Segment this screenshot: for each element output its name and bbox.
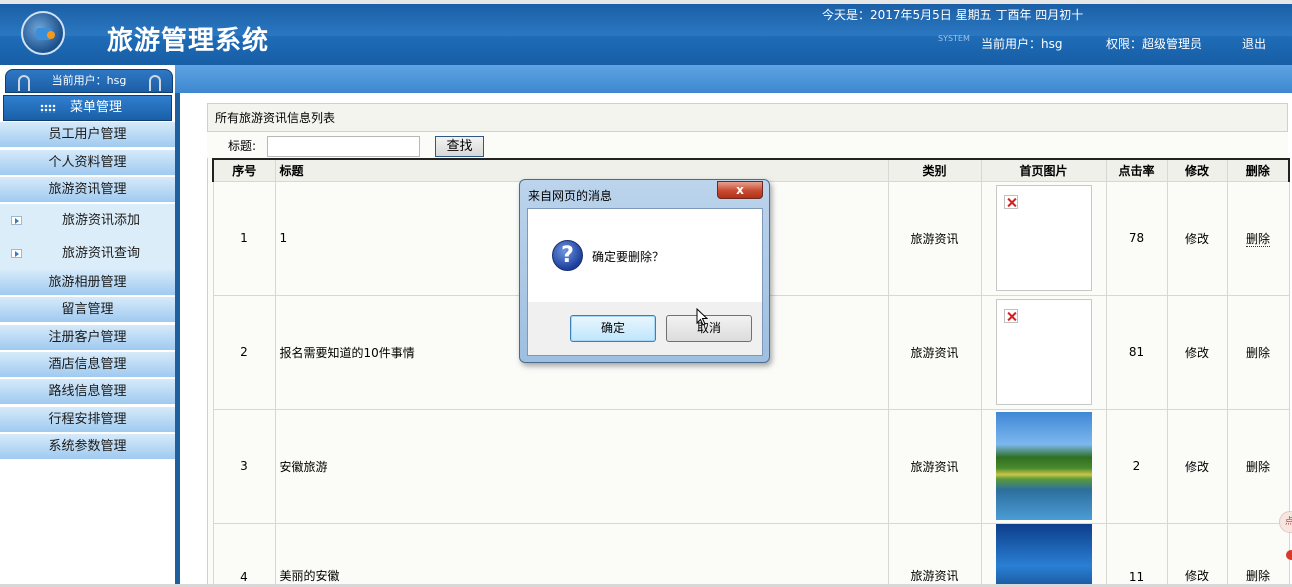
edit-link[interactable]: 修改 xyxy=(1166,294,1228,410)
sidebar-item-itinerary[interactable]: 行程安排管理 xyxy=(0,407,175,433)
grid-icon xyxy=(40,104,56,113)
column-header: 删除 xyxy=(1226,158,1290,182)
header: 旅游管理系统 xyxy=(0,4,1292,65)
sidebar-current-user-label: 当前用户：hsg xyxy=(51,74,127,87)
row-category: 旅游资讯 xyxy=(887,522,982,587)
column-header: 序号 xyxy=(212,158,276,182)
system-title: 旅游管理系统 xyxy=(107,26,270,56)
confirm-dialog: 来自网页的消息 x ? 确定要删除？ 确定 取消 xyxy=(519,179,770,363)
float-dot-icon xyxy=(1286,550,1292,560)
dialog-body: ? 确定要删除？ 确定 取消 xyxy=(527,208,763,356)
ring-icon xyxy=(18,75,30,91)
row-number: 1 xyxy=(212,180,276,296)
sub-bar xyxy=(0,65,1292,93)
arrow-icon xyxy=(11,249,22,258)
sidebar-current-user-tab: 当前用户：hsg xyxy=(5,69,173,93)
table-row: 4 美丽的安徽 旅游资讯 11 修改 删除 xyxy=(212,522,1290,587)
delete-link[interactable]: 删除 xyxy=(1226,522,1290,587)
dialog-message: 确定要删除？ xyxy=(592,250,665,264)
dialog-title: 来自网页的消息 xyxy=(528,189,613,203)
sidebar-item-system-params[interactable]: 系统参数管理 xyxy=(0,434,175,460)
edit-link[interactable]: 修改 xyxy=(1166,408,1228,524)
role-info: 权限：超级管理员 xyxy=(1106,37,1203,51)
sidebar-subitem-label: 旅游资讯添加 xyxy=(62,213,141,228)
search-button[interactable]: 查找 xyxy=(435,136,484,157)
sidebar-item-employee-users[interactable]: 员工用户管理 xyxy=(0,122,175,148)
search-label: 标题: xyxy=(228,139,257,153)
column-header: 标题 xyxy=(274,158,889,182)
column-header: 首页图片 xyxy=(980,158,1107,182)
current-user-info: 当前用户：hsg xyxy=(981,37,1063,51)
image-thumbnail xyxy=(995,185,1092,291)
logo-icon xyxy=(21,11,65,55)
delete-link-label: 删除 xyxy=(1245,231,1270,247)
menu-head[interactable]: 菜单管理 xyxy=(3,95,172,121)
ring-icon xyxy=(149,75,161,91)
sidebar-item-customers[interactable]: 注册客户管理 xyxy=(0,325,175,351)
broken-image-icon xyxy=(1003,309,1018,323)
logout-link[interactable]: 退出 xyxy=(1242,35,1266,52)
system-word: SYSTEM xyxy=(938,34,970,43)
ok-button[interactable]: 确定 xyxy=(570,315,656,342)
row-category: 旅游资讯 xyxy=(887,294,982,410)
question-icon: ? xyxy=(552,240,583,271)
sidebar-item-messages[interactable]: 留言管理 xyxy=(0,297,175,323)
cancel-button[interactable]: 取消 xyxy=(666,315,752,342)
page: 旅游管理系统 今天是：2017年5月5日 星期五 丁酉年 四月初十 SYSTEM… xyxy=(0,0,1292,587)
column-header: 修改 xyxy=(1166,158,1228,182)
delete-link[interactable]: 删除 xyxy=(1226,180,1290,296)
close-icon[interactable]: x xyxy=(717,181,763,199)
row-title: 安徽旅游 xyxy=(274,408,889,524)
arrow-icon xyxy=(11,216,22,225)
column-header: 点击率 xyxy=(1105,158,1168,182)
row-category: 旅游资讯 xyxy=(887,180,982,296)
row-number: 2 xyxy=(212,294,276,410)
sidebar-subitem-news-query[interactable]: 旅游资讯查询 xyxy=(0,237,175,270)
table-header-row: 序号 标题 类别 首页图片 点击率 修改 删除 xyxy=(212,158,1290,182)
lake-photo xyxy=(995,412,1092,520)
row-image-cell xyxy=(980,408,1107,524)
sidebar-subitem-label: 旅游资讯查询 xyxy=(62,246,141,261)
menu-head-label: 菜单管理 xyxy=(70,100,123,115)
image-thumbnail xyxy=(995,299,1092,405)
row-number: 4 xyxy=(212,522,276,587)
row-title: 美丽的安徽 xyxy=(274,522,889,587)
broken-image-icon xyxy=(1003,195,1018,209)
sidebar-item-album[interactable]: 旅游相册管理 xyxy=(0,270,175,296)
row-number: 3 xyxy=(212,408,276,524)
blue-sky-photo xyxy=(995,523,1092,584)
sidebar-item-profile[interactable]: 个人资料管理 xyxy=(0,150,175,176)
sidebar-item-travel-news[interactable]: 旅游资讯管理 xyxy=(0,177,175,203)
row-image-cell xyxy=(980,522,1107,587)
table-row: 3 安徽旅游 旅游资讯 2 修改 删除 xyxy=(212,408,1290,524)
row-clicks: 11 xyxy=(1105,522,1168,587)
column-header: 类别 xyxy=(887,158,982,182)
panel-title: 所有旅游资讯信息列表 xyxy=(207,103,1288,132)
row-clicks: 78 xyxy=(1105,180,1168,296)
row-category: 旅游资讯 xyxy=(887,408,982,524)
search-input[interactable] xyxy=(267,136,420,157)
date-info: 今天是：2017年5月5日 星期五 丁酉年 四月初十 xyxy=(822,8,1084,22)
sidebar-item-routes[interactable]: 路线信息管理 xyxy=(0,379,175,405)
edit-link[interactable]: 修改 xyxy=(1166,522,1228,587)
row-image-cell xyxy=(980,294,1107,410)
edit-link[interactable]: 修改 xyxy=(1166,180,1228,296)
delete-link[interactable]: 删除 xyxy=(1226,294,1290,410)
sidebar-item-hotels[interactable]: 酒店信息管理 xyxy=(0,352,175,378)
sidebar-subitem-news-add[interactable]: 旅游资讯添加 xyxy=(0,204,175,237)
row-clicks: 81 xyxy=(1105,294,1168,410)
row-image-cell xyxy=(980,180,1107,296)
row-clicks: 2 xyxy=(1105,408,1168,524)
delete-link[interactable]: 删除 xyxy=(1226,408,1290,524)
